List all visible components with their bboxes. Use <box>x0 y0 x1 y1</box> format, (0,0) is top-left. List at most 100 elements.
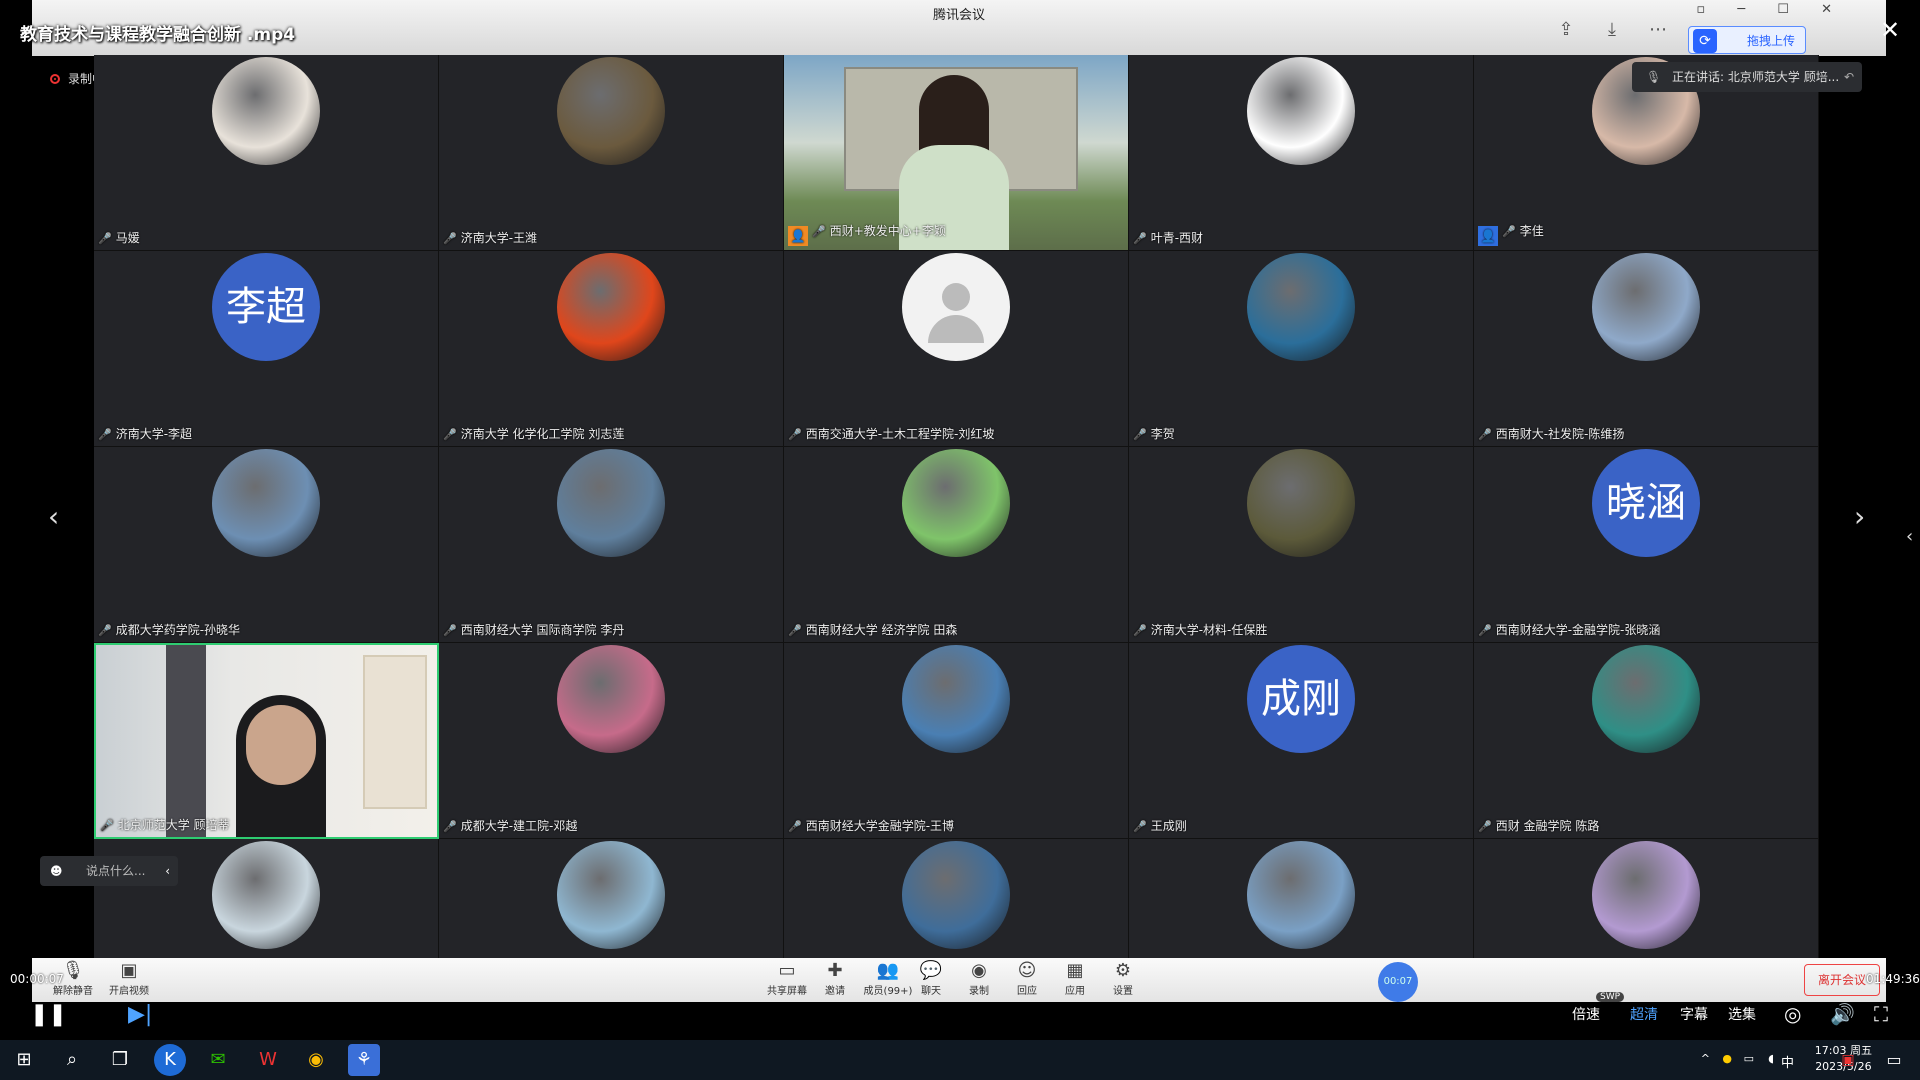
app-k-icon[interactable]: K <box>154 1044 186 1076</box>
participant-tile[interactable]: 🎤 西南交通大学-土木工程学院-刘红坡 <box>784 251 1129 447</box>
participant-tile[interactable] <box>784 839 1129 958</box>
participant-name-text: 北京师范大学 顾培蒂 <box>117 818 230 832</box>
mic-muted-icon: 🎤 <box>1478 428 1492 441</box>
emoji-icon[interactable]: ☻ <box>50 856 63 886</box>
subtitle-button[interactable]: 字幕 <box>1680 1004 1708 1024</box>
participant-tile[interactable]: 李超 🎤 济南大学-李超 <box>94 251 439 447</box>
episodes-button[interactable]: 选集 <box>1728 1004 1756 1024</box>
prev-page-arrow[interactable]: ‹ <box>48 500 59 533</box>
apps-icon: ▦ <box>1066 960 1084 981</box>
wechat-icon[interactable]: ✉ <box>202 1044 234 1076</box>
participant-tile[interactable]: 🎤 成都大学药学院-孙晓华 <box>94 447 439 643</box>
participant-tile[interactable]: 🎤 北京师范大学 顾培蒂 <box>94 643 439 839</box>
swp-badge: SWP <box>1596 992 1625 1002</box>
participant-name: 🎤 西南财大-社发院-陈维扬 <box>1478 425 1624 442</box>
fullscreen-icon[interactable]: ⛶ <box>1874 1002 1888 1026</box>
more-icon[interactable]: ⋯ <box>1646 18 1670 42</box>
toolbar-item-reaction[interactable]: ☺ 回应 <box>1002 960 1052 997</box>
share-icon[interactable]: ⇪ <box>1554 18 1578 42</box>
participant-name-text: 马媛 <box>115 231 140 245</box>
speaker-icon[interactable]: ◖ <box>1768 1052 1774 1065</box>
participant-tile[interactable]: 🎤 西南财经大学 经济学院 田森 <box>784 447 1129 643</box>
network-icon[interactable]: ▭ <box>1744 1052 1754 1065</box>
avatar <box>212 841 320 949</box>
participant-tile[interactable] <box>439 839 784 958</box>
side-panel-arrow[interactable]: ‹ <box>1906 526 1913 547</box>
start-icon[interactable]: ⊞ <box>8 1044 40 1076</box>
participant-tile[interactable]: 🎤 李贺 <box>1129 251 1474 447</box>
participant-tile[interactable]: 🎤 济南大学-王潍 <box>439 55 784 251</box>
mic-muted-icon: 🎤 <box>443 820 457 833</box>
mic-muted-icon: 🎤 <box>1502 225 1516 238</box>
participant-name-text: 李贺 <box>1150 427 1175 441</box>
participant-name-text: 西财 金融学院 陈路 <box>1495 819 1600 833</box>
start-video-button[interactable]: ▣ 开启视频 <box>104 960 154 997</box>
avatar <box>902 449 1010 557</box>
wps-icon[interactable]: W <box>252 1044 284 1076</box>
participant-name-text: 西南财大-社发院-陈维扬 <box>1495 427 1625 441</box>
mic-muted-icon: 🎤 <box>1133 232 1147 245</box>
participant-tile[interactable]: 🎤 成都大学-建工院-邓越 <box>439 643 784 839</box>
chat-input-pill[interactable]: ☻ 说点什么... ‹ <box>40 856 178 886</box>
chrome-icon[interactable]: ◉ <box>300 1044 332 1076</box>
participant-tile[interactable] <box>1474 839 1819 958</box>
avatar <box>1247 57 1355 165</box>
mic-muted-icon: 🎤 <box>1478 820 1492 833</box>
participant-tile[interactable]: 🎤 济南大学 化学化工学院 刘志莲 <box>439 251 784 447</box>
participant-tile[interactable]: 🎤 马媛 <box>94 55 439 251</box>
toolbar-item-settings[interactable]: ⚙ 设置 <box>1098 960 1148 997</box>
mic-muted-icon: 🎤 <box>443 624 457 637</box>
loop-icon[interactable]: ◎ <box>1784 1002 1801 1026</box>
avatar <box>557 57 665 165</box>
upload-icon: ⟳ <box>1693 29 1717 53</box>
participant-tile[interactable]: 🎤 济南大学-材料-任保胜 <box>1129 447 1474 643</box>
notification-badge-icon[interactable]: ▣ <box>1832 1044 1864 1076</box>
quality-button[interactable]: 超清 <box>1630 1004 1658 1024</box>
participant-name-text: 西南交通大学-土木工程学院-刘红坡 <box>805 427 995 441</box>
toolbar-item-record[interactable]: ◉ 录制 <box>954 960 1004 997</box>
collapse-icon[interactable]: ↶ <box>1844 62 1854 92</box>
ime-indicator[interactable]: 中 <box>1781 1052 1794 1071</box>
download-icon[interactable]: ⤓ <box>1600 18 1624 42</box>
speaking-indicator: 🎙 正在讲话: 北京师范大学 顾培... ↶ <box>1632 62 1862 92</box>
participant-tile[interactable]: 🎤 西财 金融学院 陈路 <box>1474 643 1819 839</box>
tencent-meeting-icon[interactable]: ⚘ <box>348 1044 380 1076</box>
participant-tile[interactable]: 成刚 🎤 王成刚 <box>1129 643 1474 839</box>
search-icon[interactable]: ⌕ <box>56 1044 88 1076</box>
toolbar-item-label: 设置 <box>1113 986 1133 997</box>
participant-tile[interactable] <box>1129 839 1474 958</box>
next-page-arrow[interactable]: › <box>1854 500 1865 533</box>
drag-upload-button[interactable]: ⟳ 拖拽上传 <box>1688 26 1806 54</box>
tray-app-icon[interactable]: ● <box>1722 1052 1732 1065</box>
avatar <box>212 57 320 165</box>
current-time: 00:00:07 <box>10 972 64 986</box>
speed-button[interactable]: 倍速 <box>1572 1004 1600 1024</box>
host-badge-icon: 👤 <box>788 226 808 246</box>
participant-name: 🎤 成都大学药学院-孙晓华 <box>98 621 240 638</box>
task-view-icon[interactable]: ❐ <box>104 1044 136 1076</box>
mic-muted-icon: 🎤 <box>100 819 114 832</box>
mic-muted-icon: 🎤 <box>788 820 802 833</box>
close-icon[interactable]: ✕ <box>1880 16 1900 44</box>
chevron-left-icon[interactable]: ‹ <box>165 856 170 886</box>
participant-tile[interactable]: 🎤 西南财经大学金融学院-王博 <box>784 643 1129 839</box>
participant-name: 🎤 马媛 <box>98 229 140 246</box>
next-icon[interactable]: ▶| <box>128 1002 152 1027</box>
participant-tile[interactable]: 🎤 叶青-西财 <box>1129 55 1474 251</box>
toolbar-item-share-screen[interactable]: ▭ 共享屏幕 <box>762 960 812 997</box>
toolbar-item-apps[interactable]: ▦ 应用 <box>1050 960 1100 997</box>
participant-tile[interactable]: 👤 🎤 西财+教发中心+李颖 <box>784 55 1129 251</box>
window-controls[interactable]: ▫ ─ ☐ ✕ <box>1696 2 1846 17</box>
speaking-prefix: 正在讲话: <box>1672 70 1725 84</box>
pause-icon[interactable]: ❚❚ <box>30 1002 67 1027</box>
participant-tile[interactable]: 🎤 西南财经大学 国际商学院 李丹 <box>439 447 784 643</box>
participant-tile[interactable]: 🎤 西南财大-社发院-陈维扬 <box>1474 251 1819 447</box>
action-center-icon[interactable]: ▭ <box>1878 1044 1910 1076</box>
participant-name: 🎤 叶青-西财 <box>1133 229 1203 246</box>
participant-name-text: 济南大学 化学化工学院 刘志莲 <box>460 427 625 441</box>
participant-tile[interactable]: 晓涵 🎤 西南财经大学-金融学院-张晓涵 <box>1474 447 1819 643</box>
toolbar-item-invite[interactable]: ✚ 邀请 <box>810 960 860 997</box>
tray-chevron-icon[interactable]: ^ <box>1701 1052 1710 1065</box>
toolbar-item-chat[interactable]: 💬 聊天 <box>906 960 956 997</box>
volume-icon[interactable]: 🔊 <box>1830 1002 1855 1026</box>
